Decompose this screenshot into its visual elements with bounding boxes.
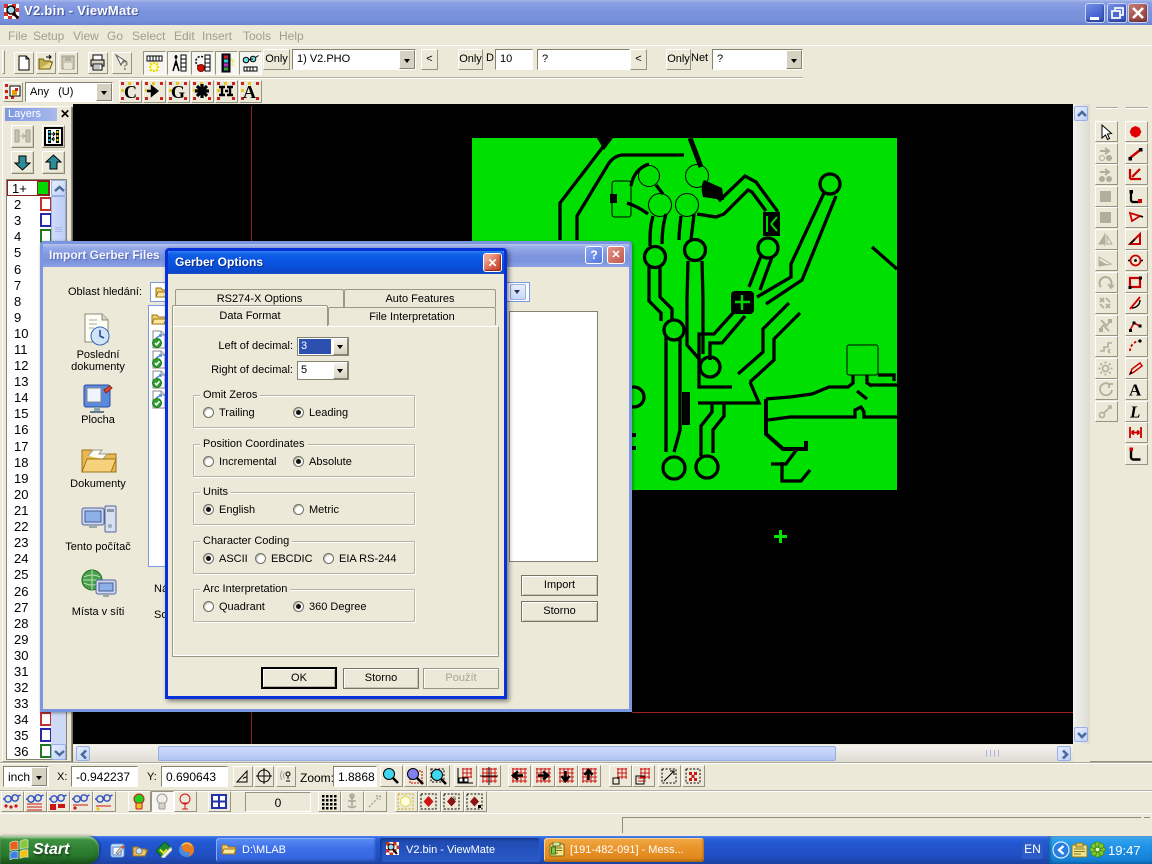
svg-text:L: L — [1129, 403, 1140, 420]
svg-text:s: s — [453, 796, 456, 802]
svg-text:?: ? — [122, 58, 129, 73]
svg-text:A: A — [1129, 381, 1142, 398]
svg-text:G: G — [171, 82, 185, 101]
svg-text:C: C — [124, 82, 137, 101]
svg-text:A: A — [243, 82, 256, 101]
